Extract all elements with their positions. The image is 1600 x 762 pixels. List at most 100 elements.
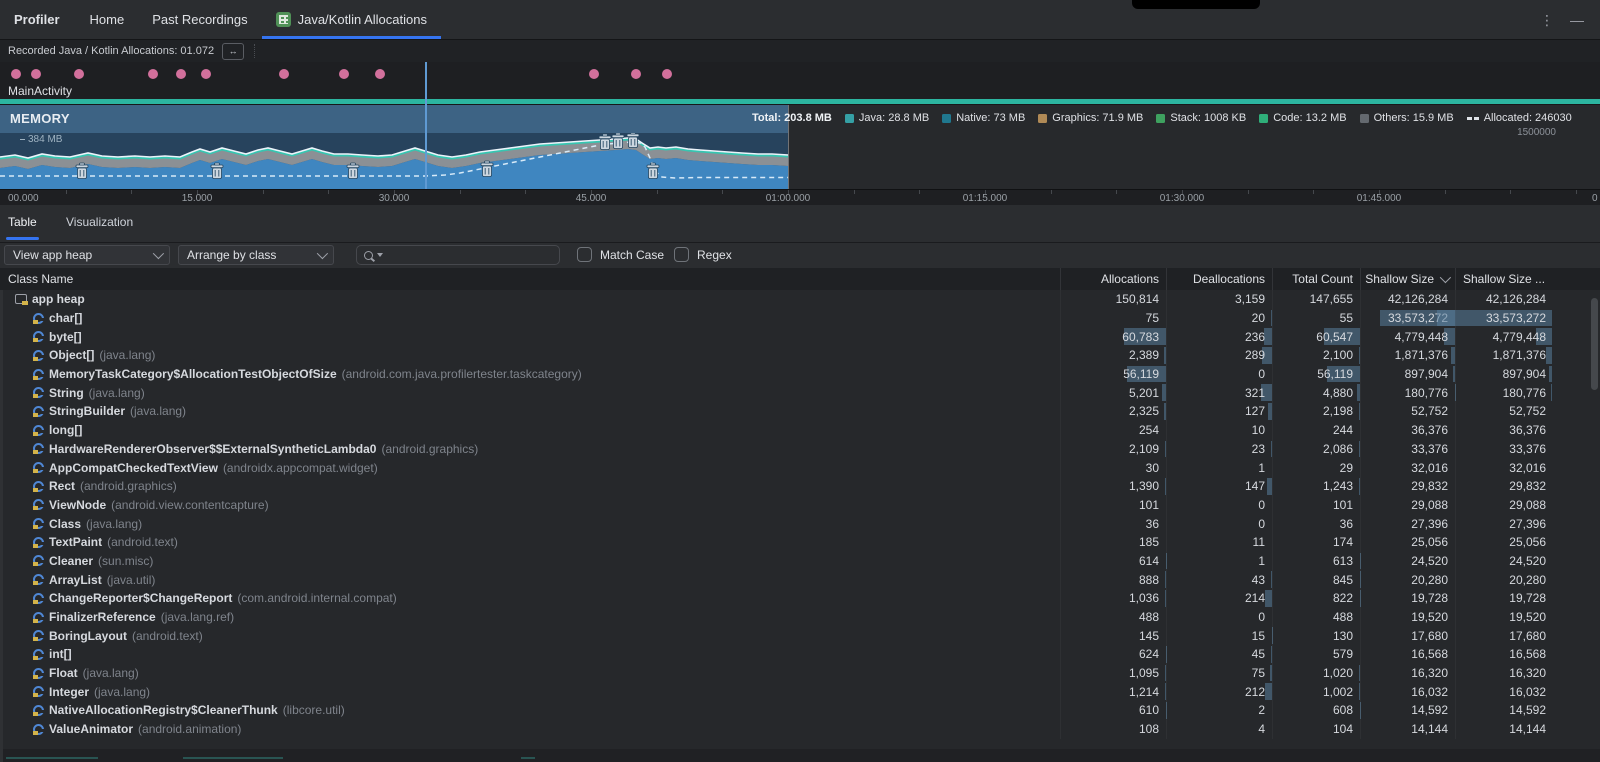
axis-time-label: 30.000: [379, 193, 410, 204]
col-shallow-size-retained[interactable]: Shallow Size ...: [1455, 268, 1600, 290]
allocation-event-dot[interactable]: [74, 69, 84, 79]
cell-allocations: 2,389: [1060, 346, 1166, 365]
allocation-event-dot[interactable]: [589, 69, 599, 79]
cell-shallow_size_2: 19,728: [1455, 589, 1600, 608]
table-row[interactable]: AppCompatCheckedTextView(androidx.appcom…: [3, 458, 1600, 477]
cell-shallow_size: 16,320: [1360, 664, 1455, 683]
table-row[interactable]: Cleaner(sun.misc)614161324,52024,520: [3, 552, 1600, 571]
heap-dropdown[interactable]: View app heap: [4, 245, 170, 265]
cell-value: 19,520: [1411, 610, 1448, 624]
table-row[interactable]: BoringLayout(android.text)1451513017,680…: [3, 626, 1600, 645]
table-row[interactable]: NativeAllocationRegistry$CleanerThunk(li…: [3, 701, 1600, 720]
class-name: Object[]: [49, 348, 94, 362]
table-row[interactable]: ValueAnimator(android.animation)10841041…: [3, 720, 1600, 739]
zoom-to-range-button[interactable]: ↔: [222, 43, 244, 60]
timeline-axis[interactable]: 00.00015.00030.00045.00001:00.00001:15.0…: [0, 189, 1600, 206]
event-track[interactable]: MainActivity: [0, 62, 1600, 99]
class-name-cell: Rect(android.graphics): [3, 479, 1060, 493]
memory-usage-chart[interactable]: [0, 133, 788, 189]
table-row[interactable]: Float(java.lang)1,095751,02016,32016,320: [3, 664, 1600, 683]
cell-shallow_size_2: 24,520: [1455, 552, 1600, 571]
class-name: HardwareRendererObserver$$ExternalSynthe…: [49, 442, 376, 456]
cell-value: 29,088: [1411, 498, 1448, 512]
col-class-name[interactable]: Class Name: [0, 268, 1060, 290]
table-row[interactable]: byte[]60,78323660,5474,779,4484,779,448: [3, 327, 1600, 346]
allocation-event-dot[interactable]: [31, 69, 41, 79]
cell-value: 579: [1333, 647, 1353, 661]
profiler-menu[interactable]: Profiler: [14, 0, 60, 39]
minimize-icon[interactable]: —: [1570, 13, 1584, 27]
tab-java-kotlin-allocations[interactable]: Java/Kotlin Allocations: [262, 0, 441, 39]
table-row[interactable]: ArrayList(java.util)8884384520,28020,280: [3, 570, 1600, 589]
partially-visible-row: [3, 749, 1600, 762]
legend-label: Allocated: 246030: [1484, 112, 1572, 124]
allocation-event-dot[interactable]: [339, 69, 349, 79]
package-name: (android.view.contentcapture): [111, 498, 268, 512]
col-allocations[interactable]: Allocations: [1060, 268, 1166, 290]
col-deallocations[interactable]: Deallocations: [1166, 268, 1272, 290]
allocation-event-dot[interactable]: [375, 69, 385, 79]
allocation-event-dot[interactable]: [148, 69, 158, 79]
allocation-event-dot[interactable]: [11, 69, 21, 79]
search-input[interactable]: [389, 247, 559, 263]
allocation-event-dot[interactable]: [176, 69, 186, 79]
table-row[interactable]: long[]2541024436,37636,376: [3, 421, 1600, 440]
cell-value: 30: [1146, 461, 1159, 475]
class-name: ChangeReporter$ChangeReport: [49, 591, 232, 605]
table-row[interactable]: FinalizerReference(java.lang.ref)4880488…: [3, 608, 1600, 627]
cell-deallocations: 0: [1166, 365, 1272, 384]
regex-checkbox[interactable]: [674, 247, 689, 262]
cell-value: 2: [1258, 703, 1265, 717]
allocation-event-dot[interactable]: [201, 69, 211, 79]
class-name-cell: String(java.lang): [3, 386, 1060, 400]
table-row[interactable]: Integer(java.lang)1,2142121,00216,03216,…: [3, 682, 1600, 701]
table-row[interactable]: StringBuilder(java.lang)2,3251272,19852,…: [3, 402, 1600, 421]
cell-allocations: 1,095: [1060, 664, 1166, 683]
kebab-menu-icon[interactable]: ⋮: [1540, 13, 1554, 27]
legend-item: Others: 15.9 MB: [1360, 112, 1454, 124]
table-row[interactable]: ViewNode(android.view.contentcapture)101…: [3, 496, 1600, 515]
class-name: long[]: [49, 423, 82, 437]
tab-past-recordings[interactable]: Past Recordings: [138, 0, 261, 39]
allocation-event-dot[interactable]: [662, 69, 672, 79]
search-box[interactable]: [356, 245, 560, 265]
tab-table[interactable]: Table: [8, 205, 37, 239]
arrange-dropdown[interactable]: Arrange by class: [178, 245, 334, 265]
allocation-event-dot[interactable]: [631, 69, 641, 79]
cell-shallow_size_2: 17,680: [1455, 626, 1600, 645]
value-bar: [1265, 590, 1272, 607]
table-row[interactable]: Rect(android.graphics)1,3901471,24329,83…: [3, 477, 1600, 496]
col-shallow-size[interactable]: Shallow Size: [1360, 268, 1455, 290]
table-row[interactable]: TextPaint(android.text)1851117425,05625,…: [3, 533, 1600, 552]
col-total-count[interactable]: Total Count: [1272, 268, 1360, 290]
cell-value: 610: [1139, 703, 1159, 717]
allocation-event-dot[interactable]: [279, 69, 289, 79]
cell-value: 52,752: [1509, 404, 1546, 418]
cell-value: 14,592: [1509, 703, 1546, 717]
cell-value: 24,520: [1411, 554, 1448, 568]
table-row[interactable]: HardwareRendererObserver$$ExternalSynthe…: [3, 440, 1600, 459]
vertical-scrollbar[interactable]: [1591, 298, 1598, 390]
match-case-checkbox[interactable]: [577, 247, 592, 262]
table-row[interactable]: char[]75205533,573,27233,573,272: [3, 309, 1600, 328]
table-row[interactable]: ChangeReporter$ChangeReport(com.android.…: [3, 589, 1600, 608]
table-row[interactable]: Object[](java.lang)2,3892892,1001,871,37…: [3, 346, 1600, 365]
legend-label: Native: 73 MB: [956, 112, 1025, 124]
table-row[interactable]: int[]6244557916,56816,568: [3, 645, 1600, 664]
memory-track[interactable]: MEMORY 384 MB Total: 203.8 MB Java: 28.8…: [0, 105, 1600, 189]
tab-home[interactable]: Home: [76, 0, 139, 39]
table-row[interactable]: app heap150,8143,159147,65542,126,28442,…: [3, 290, 1600, 309]
cell-value: 16,320: [1411, 666, 1448, 680]
table-row[interactable]: String(java.lang)5,2013214,880180,776180…: [3, 383, 1600, 402]
cell-value: 14,592: [1411, 703, 1448, 717]
cell-value: 822: [1333, 591, 1353, 605]
table-row[interactable]: Class(java.lang)3603627,39627,396: [3, 514, 1600, 533]
tab-visualization[interactable]: Visualization: [66, 205, 133, 239]
cell-deallocations: 0: [1166, 514, 1272, 533]
table-row[interactable]: MemoryTaskCategory$AllocationTestObjectO…: [3, 365, 1600, 384]
cell-allocations: 5,201: [1060, 383, 1166, 402]
timeline-playhead[interactable]: [425, 62, 427, 189]
legend-item: Allocated: 246030: [1467, 112, 1572, 124]
search-options-arrow[interactable]: [377, 253, 383, 257]
cell-shallow_size_2: 16,032: [1455, 682, 1600, 701]
